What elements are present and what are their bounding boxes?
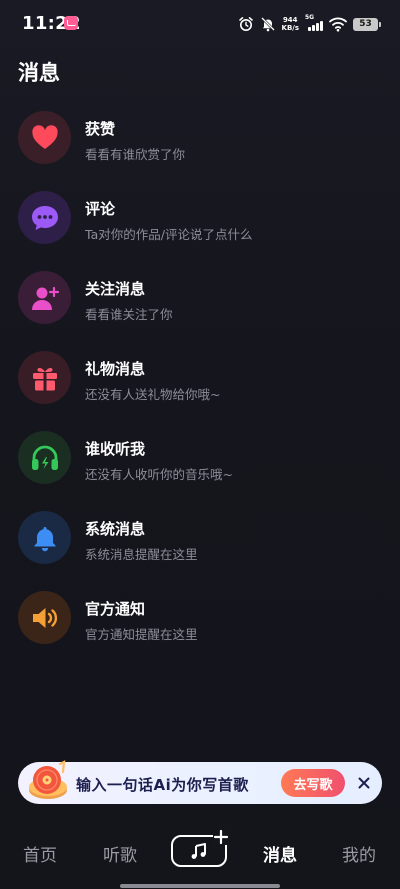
message-item-title: 关注消息	[85, 280, 146, 298]
message-item-subtitle: 系统消息提醒在这里	[85, 547, 198, 562]
message-item-comments[interactable]: 评论 Ta对你的作品/评论说了点什么	[0, 178, 400, 258]
status-bar: 11:22 944 KB/s 5G 53	[0, 0, 400, 48]
network-type: 5G	[305, 14, 315, 21]
message-item-title: 谁收听我	[85, 440, 146, 458]
message-item-title: 礼物消息	[85, 360, 146, 378]
bottom-navigation: 首页 听歌 消息 我的	[0, 822, 400, 889]
network-speed-value: 944	[282, 16, 298, 24]
message-item-title: 官方通知	[85, 600, 146, 618]
message-item-subtitle: Ta对你的作品/评论说了点什么	[85, 227, 253, 242]
gift-icon	[32, 367, 57, 390]
likes-avatar	[18, 111, 71, 164]
follows-avatar	[18, 271, 71, 324]
app-notification-icon	[64, 16, 78, 30]
message-item-likes[interactable]: 获赞 看看有谁欣赏了你	[0, 98, 400, 178]
cellular-signal-icon: 5G	[305, 14, 323, 32]
message-item-title: 获赞	[85, 120, 116, 138]
add-person-icon	[31, 286, 59, 310]
chat-bubble-icon	[31, 205, 58, 230]
network-speed: 944 KB/s	[282, 16, 299, 32]
bell-icon	[34, 526, 55, 551]
comments-avatar	[18, 191, 71, 244]
battery-icon: 53	[353, 17, 381, 31]
message-item-official[interactable]: 官方通知 官方通知提醒在这里	[0, 578, 400, 658]
message-item-subtitle: 看看谁关注了你	[85, 307, 173, 322]
nav-tab-mine[interactable]: 我的	[342, 841, 376, 866]
message-item-follows[interactable]: 关注消息 看看谁关注了你	[0, 258, 400, 338]
message-item-title: 系统消息	[85, 520, 146, 538]
home-indicator[interactable]	[120, 884, 280, 888]
promo-text: 输入一句话Ai为你写首歌	[76, 776, 249, 794]
message-item-subtitle: 看看有谁欣赏了你	[85, 147, 186, 162]
gifts-avatar	[18, 351, 71, 404]
promo-close-button[interactable]	[354, 773, 374, 793]
alarm-icon	[238, 17, 253, 31]
music-note-icon	[191, 843, 206, 859]
plus-icon	[213, 829, 229, 845]
message-item-system[interactable]: 系统消息 系统消息提醒在这里	[0, 498, 400, 578]
message-item-title: 评论	[85, 200, 116, 218]
music-record-icon	[29, 760, 67, 799]
headphones-icon	[31, 445, 58, 470]
ai-song-promo-banner[interactable]: 输入一句话Ai为你写首歌 去写歌	[18, 760, 382, 804]
status-icons: 944 KB/s 5G 53	[238, 14, 381, 34]
heart-icon	[31, 124, 58, 149]
speaker-icon	[32, 607, 57, 628]
close-icon	[358, 777, 370, 789]
official-avatar	[18, 591, 71, 644]
network-speed-unit: KB/s	[281, 24, 299, 32]
nav-tab-home[interactable]: 首页	[23, 841, 57, 866]
wifi-icon	[329, 17, 347, 32]
message-item-gifts[interactable]: 礼物消息 还没有人送礼物给你哦~	[0, 338, 400, 418]
messages-screen: 11:22 944 KB/s 5G 53 消息 获赞 看看有谁欣赏了你 评论 T…	[0, 0, 400, 889]
nav-tab-messages[interactable]: 消息	[263, 841, 297, 866]
write-song-button[interactable]: 去写歌	[281, 769, 345, 797]
message-category-list: 获赞 看看有谁欣赏了你 评论 Ta对你的作品/评论说了点什么 关注消息 看看谁关…	[0, 98, 400, 658]
message-item-subtitle: 还没有人收听你的音乐哦~	[85, 467, 233, 482]
message-item-listeners[interactable]: 谁收听我 还没有人收听你的音乐哦~	[0, 418, 400, 498]
nav-tab-listen[interactable]: 听歌	[103, 841, 137, 866]
listeners-avatar	[18, 431, 71, 484]
mute-bell-icon	[260, 17, 275, 32]
page-title: 消息	[18, 61, 60, 85]
message-item-subtitle: 还没有人送礼物给你哦~	[85, 387, 221, 402]
message-item-subtitle: 官方通知提醒在这里	[85, 627, 198, 642]
system-avatar	[18, 511, 71, 564]
